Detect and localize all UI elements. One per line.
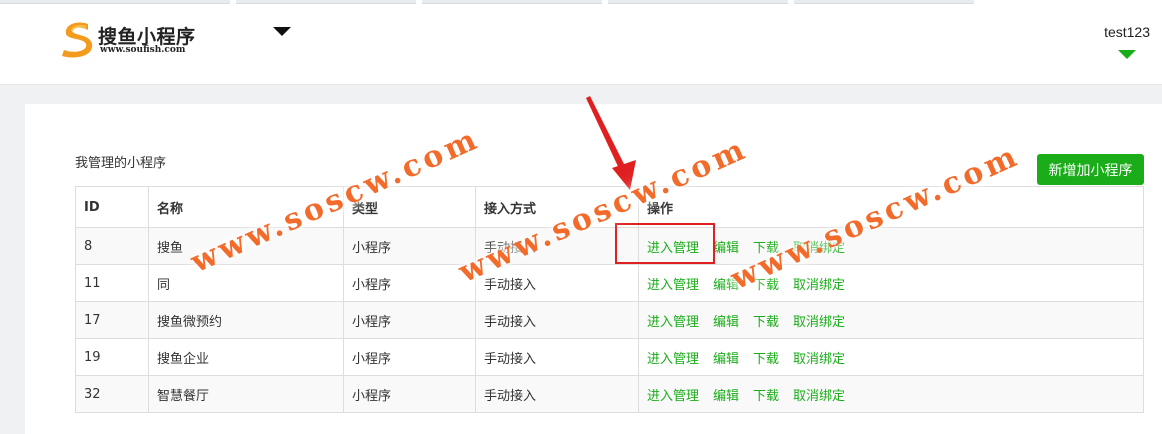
unbind-link[interactable]: 取消绑定 — [793, 315, 845, 330]
cell-name: 搜鱼企业 — [148, 338, 344, 376]
cell-id: 17 — [75, 301, 149, 339]
download-link[interactable]: 下载 — [753, 352, 779, 367]
logo-s-icon — [62, 22, 93, 58]
cell-name: 同 — [148, 264, 344, 302]
table-row: 11 同 小程序 手动接入 进入管理 编辑 下载 取消绑定 — [75, 264, 1144, 302]
app-switcher-caret-icon[interactable] — [273, 27, 291, 36]
cell-id: 11 — [75, 264, 149, 302]
user-menu[interactable]: test123 — [1104, 24, 1150, 59]
edit-link[interactable]: 编辑 — [713, 352, 739, 367]
cell-name: 智慧餐厅 — [148, 375, 344, 413]
cell-type: 小程序 — [343, 375, 476, 413]
top-header: 搜鱼小程序 www.soufish.com test123 — [0, 0, 1162, 85]
logo[interactable]: 搜鱼小程序 www.soufish.com — [58, 16, 208, 60]
cell-actions: 进入管理 编辑 下载 取消绑定 — [638, 338, 1144, 376]
download-link[interactable]: 下载 — [753, 241, 779, 256]
miniprogram-table: ID 名称 类型 接入方式 操作 8 搜鱼 小程序 手动接入 进入管理 编辑 下载取… — [75, 186, 1144, 413]
unbind-link[interactable]: 取消绑定 — [793, 241, 845, 256]
cell-name: 搜鱼 — [148, 227, 344, 265]
highlight-box — [615, 223, 715, 264]
logo-url: www.soufish.com — [100, 45, 186, 55]
cell-id: 19 — [75, 338, 149, 376]
manage-link[interactable]: 进入管理 — [647, 352, 699, 367]
table-row: 17 搜鱼微预约 小程序 手动接入 进入管理 编辑 下载 取消绑定 — [75, 301, 1144, 339]
edit-link[interactable]: 编辑 — [713, 278, 739, 293]
download-link[interactable]: 下载 — [753, 389, 779, 404]
column-header-id: ID — [75, 186, 149, 228]
user-menu-caret-icon — [1118, 50, 1137, 59]
unbind-link[interactable]: 取消绑定 — [793, 352, 845, 367]
cell-type: 小程序 — [343, 301, 476, 339]
user-name: test123 — [1104, 24, 1150, 40]
unbind-link[interactable]: 取消绑定 — [793, 278, 845, 293]
table-row: 32 智慧餐厅 小程序 手动接入 进入管理 编辑 下载 取消绑定 — [75, 375, 1144, 413]
manage-link[interactable]: 进入管理 — [647, 389, 699, 404]
edit-link[interactable]: 编辑 — [713, 241, 739, 256]
column-header-name: 名称 — [148, 186, 344, 228]
table-header-row: ID 名称 类型 接入方式 操作 — [75, 186, 1144, 228]
cell-access: 手动接入 — [475, 264, 639, 302]
content-panel: 我管理的小程序 新增加小程序 ID 名称 类型 接入方式 操作 8 搜鱼 小程序… — [25, 104, 1162, 434]
cell-access: 手动接入 — [475, 375, 639, 413]
column-header-type: 类型 — [343, 186, 476, 228]
cell-id: 32 — [75, 375, 149, 413]
edit-link[interactable]: 编辑 — [713, 315, 739, 330]
cell-type: 小程序 — [343, 338, 476, 376]
cell-actions: 进入管理 编辑 下载 取消绑定 — [638, 301, 1144, 339]
cell-type: 小程序 — [343, 264, 476, 302]
cell-access: 手动接入 — [475, 338, 639, 376]
cell-id: 8 — [75, 227, 149, 265]
manage-link[interactable]: 进入管理 — [647, 278, 699, 293]
unbind-link[interactable]: 取消绑定 — [793, 389, 845, 404]
table-row: 19 搜鱼企业 小程序 手动接入 进入管理 编辑 下载 取消绑定 — [75, 338, 1144, 376]
add-miniprogram-button[interactable]: 新增加小程序 — [1037, 154, 1144, 185]
cell-name: 搜鱼微预约 — [148, 301, 344, 339]
edit-link[interactable]: 编辑 — [713, 389, 739, 404]
download-link[interactable]: 下载 — [753, 278, 779, 293]
cell-access: 手动接入 — [475, 301, 639, 339]
cell-type: 小程序 — [343, 227, 476, 265]
column-header-actions: 操作 — [638, 186, 1144, 228]
table-row: 8 搜鱼 小程序 手动接入 进入管理 编辑 下载 取消绑定 — [75, 227, 1144, 265]
browser-tab-strip — [0, 0, 1162, 4]
section-title: 我管理的小程序 — [75, 156, 167, 171]
download-link[interactable]: 下载 — [753, 315, 779, 330]
cell-actions: 进入管理 编辑 下载 取消绑定 — [638, 264, 1144, 302]
manage-link[interactable]: 进入管理 — [647, 315, 699, 330]
column-header-access: 接入方式 — [475, 186, 639, 228]
cell-actions: 进入管理 编辑 下载 取消绑定 — [638, 375, 1144, 413]
